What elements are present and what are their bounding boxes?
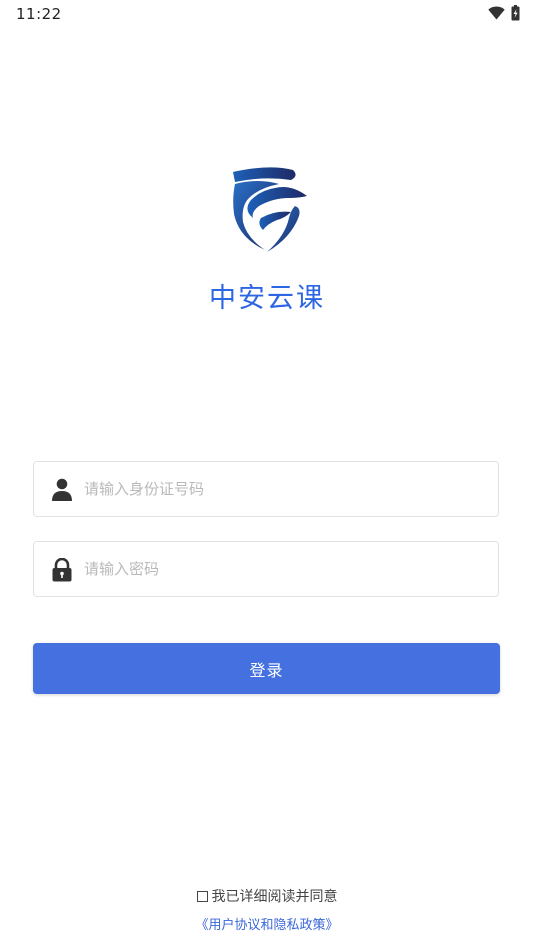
agreement-checkbox[interactable] [196,891,208,902]
password-field[interactable] [33,541,499,597]
battery-icon [511,5,520,21]
id-number-input[interactable] [84,462,484,516]
wifi-icon [488,6,505,20]
shield-logo-icon [233,167,307,252]
login-button[interactable]: 登录 [33,643,500,694]
agreement-text: 我已详细阅读并同意 [211,889,338,905]
privacy-policy-link[interactable]: 《用户协议和隐私政策》 [0,914,534,933]
password-input[interactable] [84,542,484,596]
status-bar: 11:22 [0,0,534,28]
lock-icon [52,558,72,582]
app-name: 中安云课 [209,283,325,314]
status-icons [488,5,520,21]
id-number-field[interactable] [33,461,499,517]
status-time: 11:22 [16,5,62,23]
user-icon [52,478,72,501]
agreement-row[interactable]: 我已详细阅读并同意 [0,886,534,906]
login-screen: 11:22 中安云课 请输入身份证号码 登录 我已详细阅读并同意 《用户协议和隐… [0,0,534,950]
